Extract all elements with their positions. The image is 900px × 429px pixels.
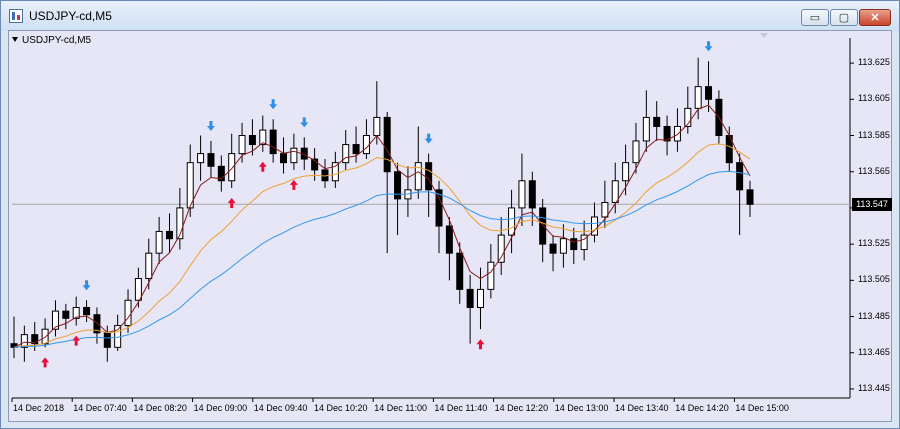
- price-tick-label: 113.605: [858, 93, 890, 104]
- buy-arrow-icon: [72, 335, 81, 346]
- bullish-candle: [362, 135, 370, 155]
- bearish-candle: [83, 306, 91, 316]
- time-tick-label: 14 Dec 11:00: [374, 403, 428, 413]
- fast-ma-line: [13, 104, 751, 348]
- bearish-candle: [269, 129, 277, 155]
- bearish-candle: [383, 116, 391, 173]
- sell-arrow-icon: [269, 99, 278, 110]
- bullish-candle: [632, 140, 640, 164]
- bearish-candle: [570, 238, 578, 251]
- time-tick-label: 14 Dec 14:20: [675, 403, 729, 413]
- bullish-candle: [497, 234, 505, 263]
- bullish-candle: [290, 147, 298, 164]
- bearish-candle: [62, 310, 70, 319]
- buy-arrow-icon: [227, 198, 236, 209]
- bearish-candle: [528, 180, 536, 209]
- bullish-candle: [145, 252, 153, 280]
- current-price-label: 113.547: [852, 198, 892, 211]
- bullish-candle: [673, 125, 681, 142]
- bearish-candle: [103, 332, 111, 348]
- bearish-candle: [248, 135, 256, 146]
- bullish-candle: [238, 135, 246, 155]
- bearish-candle: [207, 153, 215, 167]
- buy-arrow-icon: [41, 357, 50, 368]
- bullish-candle: [508, 207, 516, 236]
- time-tick-label: 14 Dec 15:00: [735, 403, 789, 413]
- bearish-candle: [165, 230, 173, 240]
- chart-shift-icon[interactable]: [760, 33, 768, 38]
- bullish-candle: [373, 116, 381, 137]
- mid-ma-line: [13, 143, 751, 348]
- price-tick-label: 113.625: [858, 57, 890, 68]
- price-tick-label: 113.505: [858, 274, 890, 285]
- time-tick-label: 14 Dec 07:40: [73, 403, 127, 413]
- time-tick-label: 14 Dec 13:40: [615, 403, 669, 413]
- sell-arrow-icon: [82, 280, 91, 291]
- slow-ma-line: [13, 170, 751, 348]
- sell-arrow-icon: [424, 133, 433, 144]
- sell-arrow-icon: [704, 41, 713, 52]
- bearish-candle: [280, 153, 288, 164]
- time-tick-label: 14 Dec 09:00: [193, 403, 248, 413]
- bullish-candle: [487, 261, 495, 290]
- time-tick-label: 14 Dec 12:20: [494, 403, 549, 413]
- bearish-candle: [705, 86, 713, 100]
- bullish-candle: [197, 153, 205, 164]
- bullish-candle: [559, 238, 567, 254]
- bullish-candle: [124, 299, 132, 327]
- bullish-candle: [622, 162, 630, 182]
- bearish-candle: [466, 288, 474, 308]
- time-tick-label: 14 Dec 09:40: [253, 403, 308, 413]
- candlestick-chart: [10, 33, 854, 402]
- bullish-candle: [331, 162, 339, 182]
- bearish-candle: [352, 144, 360, 155]
- sell-arrow-icon: [206, 120, 215, 131]
- price-tick-label: 113.485: [858, 310, 890, 321]
- time-tick-label: 14 Dec 13:00: [554, 403, 609, 413]
- bearish-candle: [539, 207, 547, 245]
- bearish-candle: [746, 189, 754, 205]
- price-tick-label: 113.585: [858, 129, 890, 140]
- bullish-candle: [601, 201, 609, 218]
- bullish-candle: [134, 278, 142, 301]
- bearish-candle: [653, 116, 661, 127]
- time-tick-label: 14 Dec 2018: [13, 403, 65, 413]
- buy-arrow-icon: [258, 161, 267, 172]
- price-tick-label: 113.445: [858, 382, 890, 393]
- time-tick-label: 14 Dec 11:40: [434, 403, 488, 413]
- buy-arrow-icon: [289, 179, 298, 190]
- bullish-candle: [41, 328, 49, 345]
- bearish-candle: [736, 162, 744, 191]
- bullish-candle: [518, 180, 526, 209]
- price-tick-label: 113.525: [858, 238, 890, 249]
- price-tick-label: 113.465: [858, 346, 890, 357]
- sell-arrow-icon: [300, 117, 309, 128]
- bullish-candle: [476, 288, 484, 308]
- bullish-candle: [414, 162, 422, 191]
- buy-arrow-icon: [476, 339, 485, 350]
- bearish-candle: [456, 252, 464, 290]
- bullish-candle: [694, 86, 702, 109]
- bearish-candle: [549, 243, 557, 254]
- bearish-candle: [445, 225, 453, 254]
- bullish-candle: [611, 180, 619, 203]
- bullish-candle: [155, 230, 163, 254]
- bearish-candle: [425, 162, 433, 191]
- bullish-candle: [228, 153, 236, 182]
- time-tick-label: 14 Dec 08:20: [133, 403, 187, 413]
- time-tick-label: 14 Dec 10:20: [314, 403, 368, 413]
- price-tick-label: 113.565: [858, 165, 890, 176]
- bullish-candle: [642, 116, 650, 142]
